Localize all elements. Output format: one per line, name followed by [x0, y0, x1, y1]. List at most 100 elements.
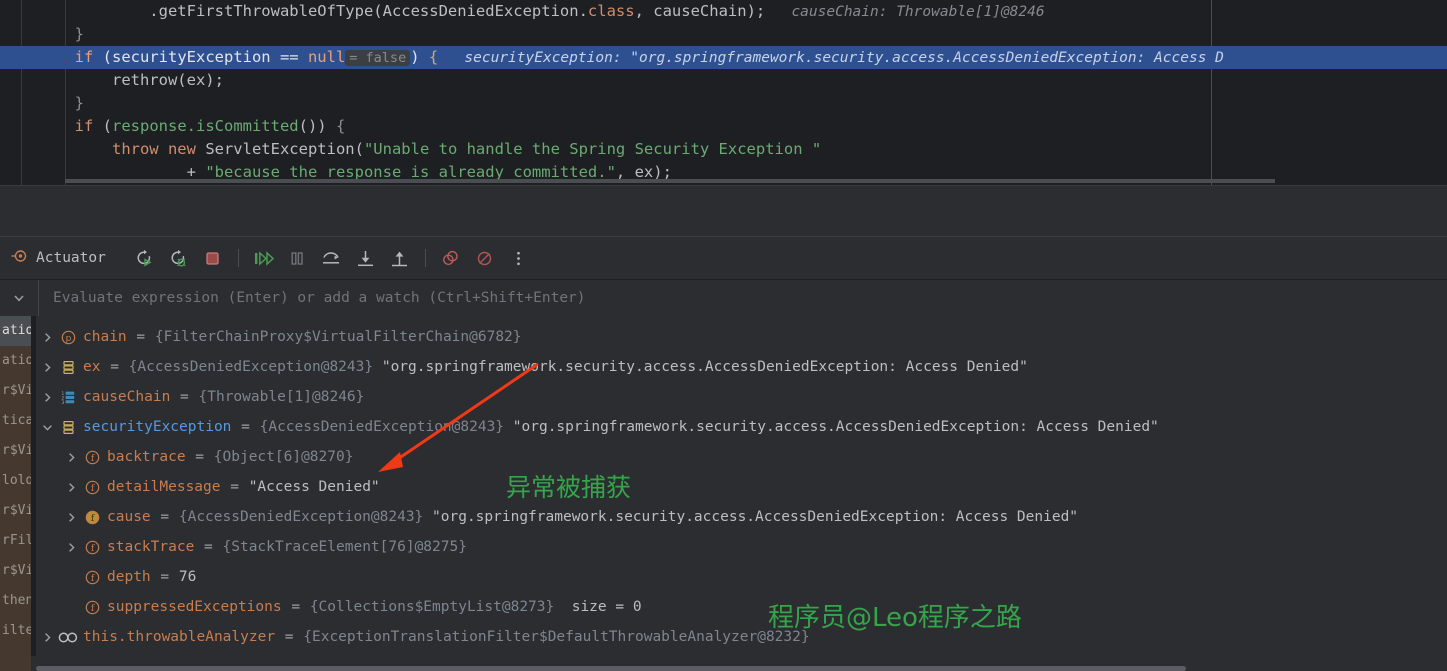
variable-equals: = — [186, 449, 213, 465]
chevron-right-icon[interactable] — [60, 512, 82, 523]
mute-breakpoints-button[interactable] — [470, 243, 500, 273]
code-line[interactable]: } — [0, 92, 1447, 115]
chevron-right-icon[interactable] — [60, 452, 82, 463]
frames-list[interactable]: ationationr$Virticatr$Virlolder$VirrFilt… — [0, 316, 31, 671]
frame-list-item[interactable]: lolde — [0, 466, 31, 496]
frame-list-item[interactable]: r$Vir — [0, 496, 31, 526]
field-icon: f — [82, 570, 102, 585]
inline-debug-value: causeChain: Throwable[1]@8246 — [765, 4, 1045, 20]
frame-list-item[interactable]: ticat — [0, 406, 31, 436]
code-line[interactable]: } — [0, 23, 1447, 46]
variable-name: backtrace — [107, 449, 186, 465]
variable-row[interactable]: securityException = {AccessDeniedExcepti… — [36, 412, 1447, 442]
variable-equals: = — [221, 479, 248, 495]
toolbar-separator — [237, 249, 239, 267]
code-token: , causeChain); — [634, 2, 766, 20]
variable-row[interactable]: f suppressedExceptions = {Collections$Emp… — [36, 592, 1447, 622]
code-token: securityException == — [112, 48, 308, 66]
debug-toolbar: Actuator — [0, 236, 1447, 279]
variable-equals: = — [232, 419, 259, 435]
parameter-icon: p — [58, 330, 78, 345]
code-token: . — [578, 2, 588, 20]
svg-text:f: f — [90, 454, 94, 464]
variable-row[interactable]: 1 2 3 causeChain = {Throwable[1]@8246} — [36, 382, 1447, 412]
variable-equals: = — [171, 389, 198, 405]
array-icon: 123 — [58, 390, 78, 405]
frame-list-item[interactable]: r$Vir — [0, 556, 31, 586]
variable-row[interactable]: this.throwableAnalyzer = {ExceptionTrans… — [36, 622, 1447, 652]
variable-value: "org.springframework.security.access.Acc… — [423, 509, 1079, 525]
frame-list-item[interactable]: thent — [0, 586, 31, 616]
variable-value: "org.springframework.security.access.Acc… — [504, 419, 1159, 435]
chevron-right-icon[interactable] — [36, 332, 58, 343]
frame-list-item[interactable]: ation — [0, 316, 31, 346]
variable-name: securityException — [83, 419, 232, 435]
resume-program-button[interactable] — [249, 243, 279, 273]
static-field-icon — [58, 630, 78, 645]
chevron-down-icon[interactable] — [0, 280, 38, 317]
variable-row[interactable]: f backtrace = {Object[6]@8270} — [36, 442, 1447, 472]
variable-row[interactable]: f depth = 76 — [36, 562, 1447, 592]
variable-name: causeChain — [83, 389, 171, 405]
code-token: ( — [102, 117, 112, 135]
code-line[interactable]: .getFirstThrowableOfType(AccessDeniedExc… — [0, 0, 1447, 23]
variable-value: "org.springframework.security.access.Acc… — [373, 359, 1028, 375]
code-token: ) — [410, 48, 429, 66]
variable-name: detailMessage — [107, 479, 221, 495]
frame-list-item[interactable]: ation — [0, 346, 31, 376]
more-options-button[interactable] — [504, 243, 534, 273]
variables-tree[interactable]: p chain = {FilterChainProxy$VirtualFilter… — [36, 316, 1447, 652]
code-token: class — [587, 2, 635, 20]
code-token: throw new — [0, 140, 206, 158]
variable-name: chain — [83, 329, 127, 345]
code-line[interactable]: throw new ServletException("Unable to ha… — [0, 138, 1447, 161]
variable-row[interactable]: ex = {AccessDeniedException@8243} "org.s… — [36, 352, 1447, 382]
code-editor[interactable]: .getFirstThrowableOfType(AccessDeniedExc… — [0, 0, 1447, 186]
rerun-debug-button[interactable] — [164, 243, 194, 273]
debug-session-label: Actuator — [36, 250, 106, 266]
variable-reference: {FilterChainProxy$VirtualFilterChain@678… — [154, 329, 522, 345]
code-token: } — [0, 25, 84, 43]
code-token: ()) — [298, 117, 336, 135]
step-out-button[interactable] — [385, 243, 415, 273]
variable-equals: = — [151, 569, 178, 585]
horizontal-scrollbar[interactable] — [36, 666, 1447, 671]
frame-list-item[interactable]: rFilt — [0, 526, 31, 556]
code-line[interactable]: rethrow(ex); — [0, 69, 1447, 92]
step-over-button[interactable] — [317, 243, 347, 273]
field-icon: f — [82, 600, 102, 615]
chevron-right-icon[interactable] — [36, 392, 58, 403]
variable-row[interactable]: f stackTrace = {StackTraceElement[76]@827… — [36, 532, 1447, 562]
variable-equals: = — [276, 629, 303, 645]
variables-panel: ationationr$Virticatr$Virlolder$VirrFilt… — [0, 316, 1447, 671]
variable-name: this.throwableAnalyzer — [83, 629, 276, 645]
inlay-hint[interactable]: = false — [345, 50, 411, 66]
step-into-button[interactable] — [351, 243, 381, 273]
chevron-right-icon[interactable] — [60, 482, 82, 493]
view-breakpoints-button[interactable] — [436, 243, 466, 273]
variable-row[interactable]: p chain = {FilterChainProxy$VirtualFilter… — [36, 322, 1447, 352]
svg-text:f: f — [90, 574, 94, 584]
variable-reference: {StackTraceElement[76]@8275} — [222, 539, 467, 555]
variable-name: ex — [83, 359, 101, 375]
chevron-right-icon[interactable] — [60, 542, 82, 553]
code-line[interactable]: if (securityException == null = false) { … — [0, 46, 1447, 69]
stop-button[interactable] — [198, 243, 228, 273]
svg-text:3: 3 — [61, 400, 64, 405]
chevron-right-icon[interactable] — [36, 362, 58, 373]
code-line[interactable]: if (response.isCommitted()) { — [0, 115, 1447, 138]
variable-row[interactable]: f detailMessage = "Access Denied" — [36, 472, 1447, 502]
evaluate-expression-input[interactable]: Evaluate expression (Enter) or add a wat… — [38, 279, 1447, 317]
evaluate-placeholder: Evaluate expression (Enter) or add a wat… — [53, 290, 586, 306]
frame-list-item[interactable]: r$Vir — [0, 436, 31, 466]
variable-row[interactable]: f cause = {AccessDeniedException@8243} "o… — [36, 502, 1447, 532]
rerun-button[interactable] — [130, 243, 160, 273]
frame-list-item[interactable]: ilter — [0, 616, 31, 646]
chevron-right-icon[interactable] — [36, 632, 58, 643]
object-icon — [58, 360, 78, 375]
pause-program-button[interactable] — [283, 243, 313, 273]
chevron-down-icon[interactable] — [36, 422, 58, 433]
toolbar-separator — [424, 249, 426, 267]
debug-session-title[interactable]: Actuator — [0, 247, 106, 269]
frame-list-item[interactable]: r$Vir — [0, 376, 31, 406]
